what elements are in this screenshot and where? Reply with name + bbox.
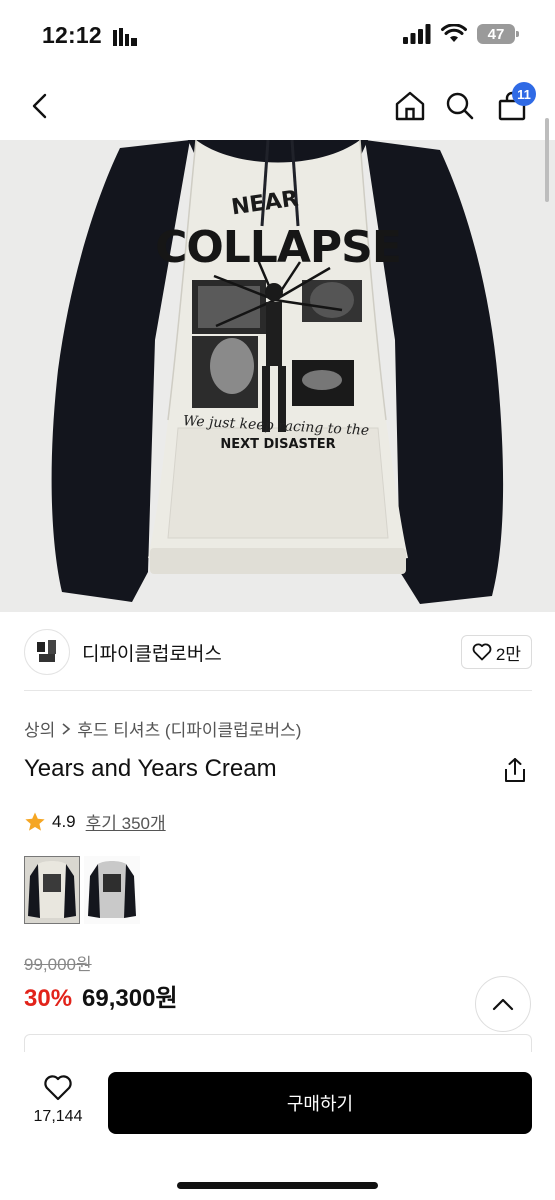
sale-price: 69,300원 (82, 985, 178, 1012)
color-option-grey[interactable] (84, 856, 140, 924)
breadcrumb: 상의 후드 티셔츠 (디파이클럽로버스) (24, 716, 301, 741)
share-icon (505, 758, 525, 782)
battery-indicator: 47 (477, 24, 519, 44)
seller-like-count: 2만 (495, 644, 521, 664)
reviews-link[interactable]: 후기 350개 (86, 809, 166, 834)
breadcrumb-category[interactable]: 상의 (24, 716, 55, 741)
buy-button[interactable]: 구매하기 (108, 1072, 532, 1134)
share-button[interactable] (501, 756, 529, 784)
product-image[interactable]: NEAR COLLAPSE We just keep racing to the… (0, 140, 555, 612)
wishlist-button[interactable]: 17,144 (20, 1074, 96, 1126)
price-row: 30% 69,300원 (24, 978, 178, 1013)
discount-rate: 30% (24, 985, 73, 1012)
seller-logo[interactable] (24, 629, 70, 675)
star-icon (25, 812, 45, 831)
rating-score: 4.9 (52, 811, 76, 831)
notification-icon (113, 28, 139, 53)
wishlist-count: 17,144 (33, 1108, 83, 1125)
color-options (24, 856, 140, 924)
status-time: 12:12 (42, 22, 102, 48)
home-indicator (177, 1182, 378, 1189)
chevron-right-icon (62, 722, 71, 735)
seller-name[interactable]: 디파이클럽로버스 (82, 639, 222, 666)
graphic-headline: COLLAPSE (155, 222, 401, 273)
original-price: 99,000원 (24, 955, 92, 974)
search-icon (446, 92, 474, 120)
cellular-signal-icon (403, 24, 431, 44)
seller-logo-mark (37, 640, 56, 662)
home-icon (395, 91, 425, 121)
heart-icon (44, 1075, 72, 1101)
seller-row[interactable]: 디파이클럽로버스 2만 (24, 626, 532, 678)
cart-count-badge: 11 (512, 82, 536, 106)
cart-button[interactable]: 11 (490, 82, 536, 128)
divider (24, 690, 532, 691)
back-icon (32, 93, 47, 119)
seller-like-button[interactable]: 2만 (460, 635, 532, 669)
heart-icon (472, 643, 492, 661)
chevron-up-icon (492, 998, 514, 1011)
wifi-icon (441, 24, 467, 42)
color-option-cream[interactable] (24, 856, 80, 924)
bottom-action-bar: 17,144 구매하기 (0, 1052, 555, 1200)
product-title: Years and Years Cream (24, 755, 277, 782)
scroll-to-top-button[interactable] (475, 976, 531, 1032)
top-nav: 11 (0, 72, 555, 140)
status-bar: 12:12 47 (0, 0, 555, 72)
page-scrollbar[interactable] (545, 118, 549, 202)
search-button[interactable] (438, 84, 482, 128)
back-button[interactable] (18, 84, 62, 128)
home-button[interactable] (388, 84, 432, 128)
graphic-footer: NEXT DISASTER (220, 437, 335, 452)
rating-row: 4.9 후기 350개 (24, 809, 166, 834)
battery-level: 47 (487, 25, 505, 43)
breadcrumb-subcategory[interactable]: 후드 티셔츠 (디파이클럽로버스) (77, 716, 301, 741)
